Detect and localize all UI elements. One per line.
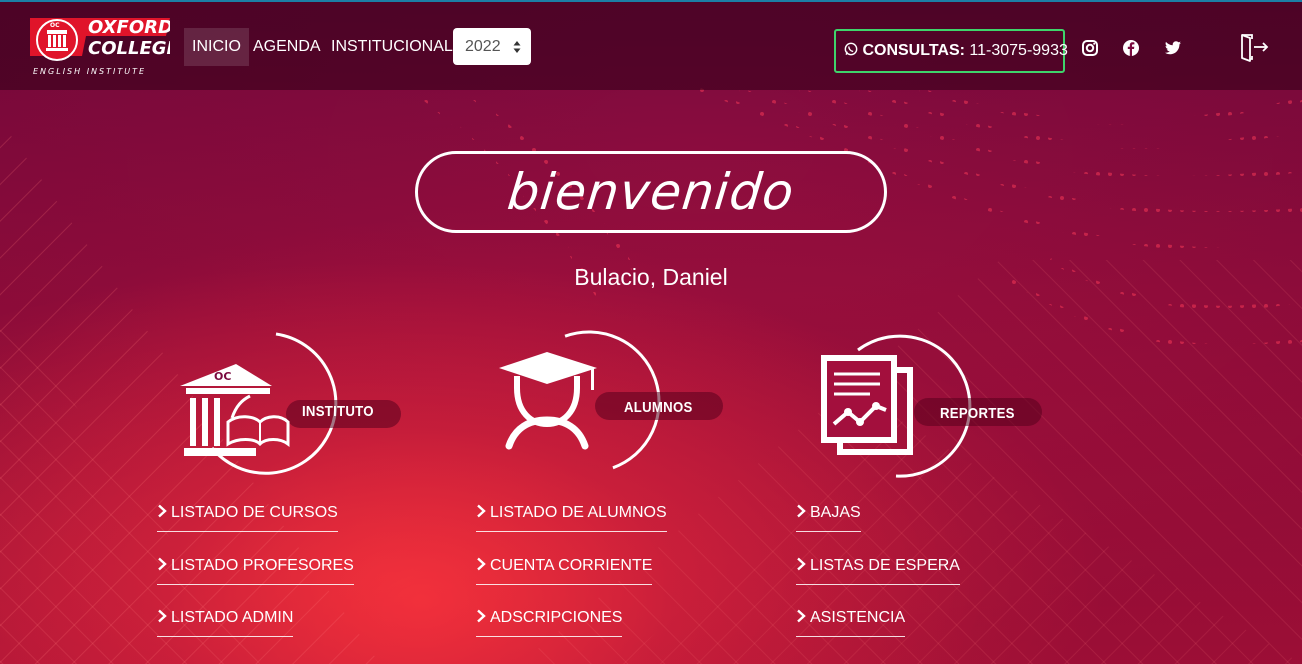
- navbar: OXFORD COLLEGE ENGLISH INSTITUTE OC INIC…: [0, 2, 1302, 90]
- nav-inicio[interactable]: INICIO: [184, 28, 249, 66]
- chevron-right-icon: [477, 557, 486, 570]
- list-item: LISTADO PROFESORES: [157, 549, 354, 602]
- link-listado-de-alumnos[interactable]: LISTADO DE ALUMNOS: [476, 496, 667, 532]
- link-listado-admin[interactable]: LISTADO ADMIN: [157, 601, 294, 637]
- consultas-label: CONSULTAS:: [862, 42, 965, 59]
- section-instituto[interactable]: OC INSTITUTO: [176, 330, 406, 478]
- link-label: ASISTENCIA: [810, 609, 906, 626]
- chevron-right-icon: [158, 557, 167, 570]
- link-listas-de-espera[interactable]: LISTAS DE ESPERA: [796, 549, 960, 585]
- list-item: LISTAS DE ESPERA: [796, 549, 960, 602]
- link-asistencia[interactable]: ASISTENCIA: [796, 601, 906, 637]
- welcome-title: bienvenido: [504, 163, 798, 221]
- alumnos-links: LISTADO DE ALUMNOS CUENTA CORRIENTE ADSC…: [476, 496, 667, 654]
- whatsapp-icon: [844, 42, 858, 56]
- logout-icon[interactable]: [1239, 32, 1269, 62]
- instagram-icon[interactable]: [1081, 39, 1099, 57]
- link-label: CUENTA CORRIENTE: [490, 556, 653, 574]
- link-adscripciones[interactable]: ADSCRIPCIONES: [476, 601, 623, 637]
- section-alumnos[interactable]: ALUMNOS: [495, 330, 725, 478]
- consultas-contact-box[interactable]: CONSULTAS: 11-3075-9933: [834, 29, 1068, 73]
- link-listado-de-cursos[interactable]: LISTADO DE CURSOS: [157, 496, 338, 532]
- chevron-right-icon: [477, 609, 486, 623]
- logo-badge: OC: [50, 22, 60, 29]
- link-label: LISTADO ADMIN: [171, 609, 294, 626]
- section-label-reportes: REPORTES: [940, 405, 1015, 422]
- section-reportes[interactable]: REPORTES: [818, 330, 1048, 478]
- chevron-right-icon: [158, 504, 167, 518]
- reportes-links: BAJAS LISTAS DE ESPERA ASISTENCIA: [796, 496, 960, 654]
- user-name: Bulacio, Daniel: [574, 264, 728, 290]
- consultas-phone: 11-3075-9933: [969, 42, 1068, 59]
- chevron-right-icon: [797, 609, 806, 623]
- link-label: ADSCRIPCIONES: [490, 609, 623, 626]
- chevron-right-icon: [158, 609, 167, 623]
- section-label-alumnos: ALUMNOS: [624, 399, 693, 416]
- nav-agenda[interactable]: AGENDA: [245, 28, 329, 66]
- link-label: LISTADO DE CURSOS: [171, 504, 338, 521]
- twitter-icon[interactable]: [1164, 39, 1182, 57]
- list-item: BAJAS: [796, 496, 960, 549]
- list-item: LISTADO DE ALUMNOS: [476, 496, 667, 549]
- year-select-value: 2022: [465, 38, 501, 55]
- list-item: LISTADO ADMIN: [157, 601, 354, 654]
- facebook-icon[interactable]: [1122, 39, 1140, 57]
- nav-institucional[interactable]: INSTITUCIONAL: [323, 28, 461, 66]
- section-label-instituto: INSTITUTO: [302, 403, 374, 420]
- list-item: CUENTA CORRIENTE: [476, 549, 667, 602]
- chevron-right-icon: [797, 504, 806, 518]
- reports-chart-icon: [821, 334, 1042, 478]
- list-item: LISTADO DE CURSOS: [157, 496, 354, 549]
- link-bajas[interactable]: BAJAS: [796, 496, 861, 532]
- list-item: ASISTENCIA: [796, 601, 960, 654]
- institute-icon-badge: OC: [214, 370, 231, 383]
- logo-tagline: ENGLISH INSTITUTE: [33, 67, 146, 76]
- logo-text-college: COLLEGE: [88, 38, 170, 59]
- link-label: LISTADO PROFESORES: [171, 556, 354, 574]
- link-cuenta-corriente[interactable]: CUENTA CORRIENTE: [476, 549, 653, 585]
- welcome-banner: bienvenido: [415, 151, 887, 233]
- link-label: BAJAS: [810, 504, 861, 521]
- year-select[interactable]: 2022: [453, 28, 531, 65]
- chevron-right-icon: [477, 504, 486, 518]
- link-label: LISTAS DE ESPERA: [810, 556, 960, 574]
- instituto-links: LISTADO DE CURSOS LISTADO PROFESORES LIS…: [157, 496, 354, 654]
- chevron-right-icon: [797, 557, 806, 570]
- oxford-college-logo[interactable]: OXFORD COLLEGE ENGLISH INSTITUTE OC: [30, 16, 180, 78]
- select-caret-icon: [513, 41, 521, 53]
- logo-text-oxford: OXFORD: [88, 17, 170, 38]
- logo-graphic: OXFORD COLLEGE ENGLISH INSTITUTE OC: [30, 17, 180, 76]
- link-label: LISTADO DE ALUMNOS: [490, 504, 667, 521]
- list-item: ADSCRIPCIONES: [476, 601, 667, 654]
- link-listado-profesores[interactable]: LISTADO PROFESORES: [157, 549, 354, 585]
